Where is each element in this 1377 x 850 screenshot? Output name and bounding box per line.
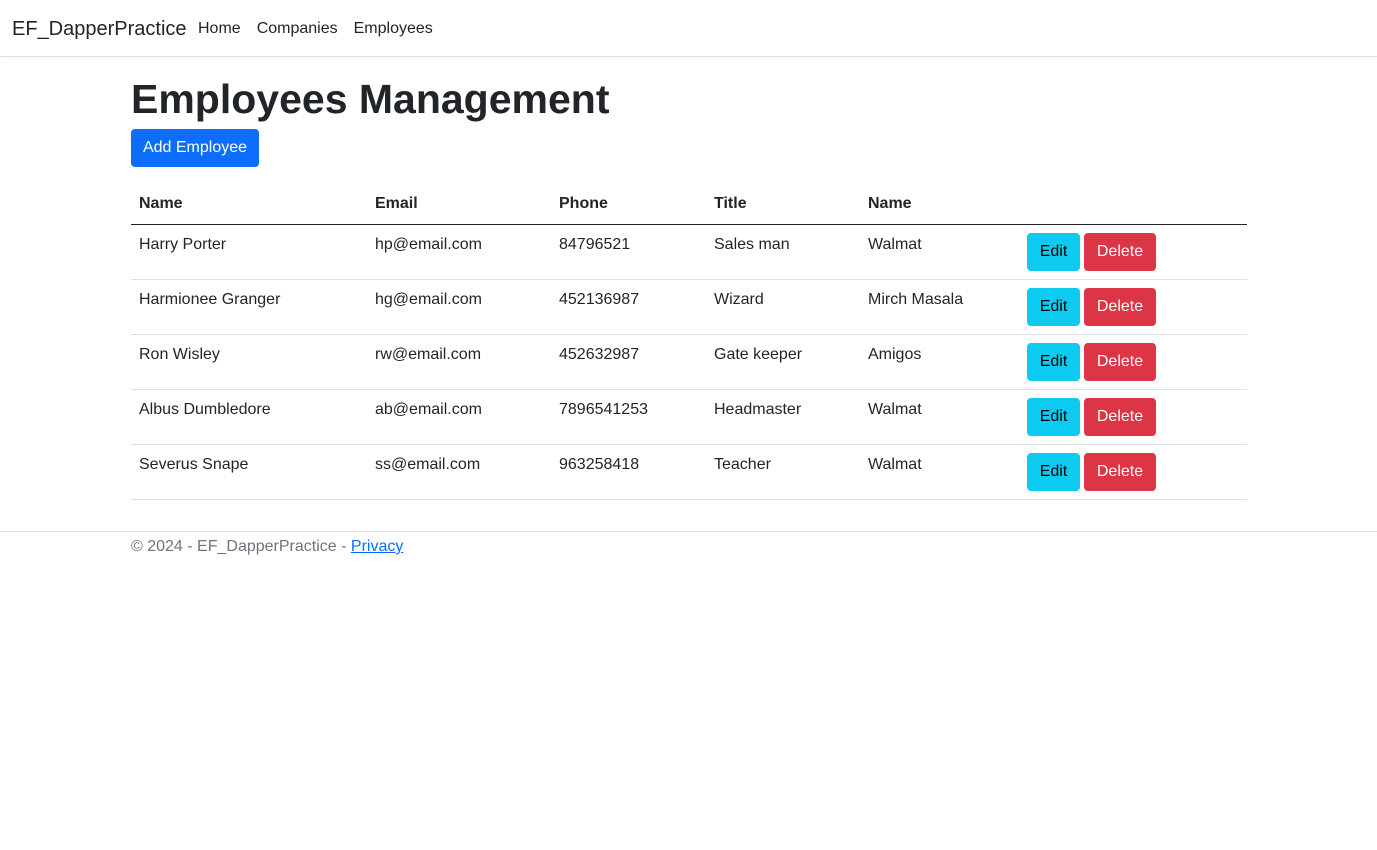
cell-phone: 84796521	[551, 224, 706, 280]
cell-phone: 452632987	[551, 334, 706, 390]
table-row: Albus Dumbledore ab@email.com 7896541253…	[131, 389, 1247, 445]
cell-email: hg@email.com	[367, 279, 551, 335]
edit-button[interactable]: Edit	[1027, 287, 1080, 326]
cell-company: Amigos	[860, 334, 1023, 390]
delete-button[interactable]: Delete	[1084, 452, 1156, 491]
edit-button[interactable]: Edit	[1027, 452, 1080, 491]
cell-phone: 963258418	[551, 444, 706, 500]
page-title: Employees Management	[131, 76, 610, 122]
cell-title: Wizard	[706, 279, 860, 335]
nav-links: Home Companies Employees	[190, 18, 441, 40]
cell-name: Harmionee Granger	[131, 279, 367, 335]
column-header-company: Name	[860, 184, 1023, 225]
cell-name: Severus Snape	[131, 444, 367, 500]
table-header: Name Email Phone Title Name	[131, 184, 1247, 225]
edit-button[interactable]: Edit	[1027, 342, 1080, 381]
cell-company: Mirch Masala	[860, 279, 1023, 335]
cell-actions: Edit Delete	[1023, 334, 1247, 390]
cell-title: Teacher	[706, 444, 860, 500]
footer-text-container: © 2024 - EF_DapperPractice - Privacy	[131, 536, 403, 558]
column-header-email: Email	[367, 184, 551, 225]
cell-email: hp@email.com	[367, 224, 551, 280]
cell-title: Sales man	[706, 224, 860, 280]
cell-name: Ron Wisley	[131, 334, 367, 390]
cell-phone: 7896541253	[551, 389, 706, 445]
cell-actions: Edit Delete	[1023, 279, 1247, 335]
delete-button[interactable]: Delete	[1084, 232, 1156, 271]
cell-email: ab@email.com	[367, 389, 551, 445]
cell-actions: Edit Delete	[1023, 224, 1247, 280]
delete-button[interactable]: Delete	[1084, 287, 1156, 326]
cell-company: Walmat	[860, 389, 1023, 445]
cell-name: Harry Porter	[131, 224, 367, 280]
edit-button[interactable]: Edit	[1027, 232, 1080, 271]
nav-link-home[interactable]: Home	[190, 18, 249, 40]
column-header-actions	[1023, 184, 1247, 225]
footer-copyright: © 2024 - EF_DapperPractice -	[131, 538, 351, 555]
table-row: Harmionee Granger hg@email.com 452136987…	[131, 279, 1247, 335]
table-row: Severus Snape ss@email.com 963258418 Tea…	[131, 444, 1247, 500]
nav-link-companies[interactable]: Companies	[249, 18, 346, 40]
table-row: Harry Porter hp@email.com 84796521 Sales…	[131, 224, 1247, 280]
cell-email: ss@email.com	[367, 444, 551, 500]
cell-phone: 452136987	[551, 279, 706, 335]
brand-link[interactable]: EF_DapperPractice	[12, 16, 187, 42]
cell-actions: Edit Delete	[1023, 444, 1247, 500]
nav-link-employees[interactable]: Employees	[346, 18, 441, 40]
cell-company: Walmat	[860, 444, 1023, 500]
cell-title: Gate keeper	[706, 334, 860, 390]
privacy-link[interactable]: Privacy	[351, 538, 403, 555]
table-row: Ron Wisley rw@email.com 452632987 Gate k…	[131, 334, 1247, 390]
cell-title: Headmaster	[706, 389, 860, 445]
delete-button[interactable]: Delete	[1084, 342, 1156, 381]
edit-button[interactable]: Edit	[1027, 397, 1080, 436]
add-employee-button[interactable]: Add Employee	[131, 129, 259, 167]
cell-email: rw@email.com	[367, 334, 551, 390]
column-header-phone: Phone	[551, 184, 706, 225]
column-header-name: Name	[131, 184, 367, 225]
delete-button[interactable]: Delete	[1084, 397, 1156, 436]
column-header-title: Title	[706, 184, 860, 225]
cell-actions: Edit Delete	[1023, 389, 1247, 445]
table-body: Harry Porter hp@email.com 84796521 Sales…	[131, 224, 1247, 500]
page-footer: © 2024 - EF_DapperPractice - Privacy	[0, 531, 1377, 571]
employees-table: Name Email Phone Title Name Harry Porter…	[131, 184, 1247, 500]
cell-company: Walmat	[860, 224, 1023, 280]
top-navbar: EF_DapperPractice Home Companies Employe…	[0, 0, 1377, 57]
cell-name: Albus Dumbledore	[131, 389, 367, 445]
